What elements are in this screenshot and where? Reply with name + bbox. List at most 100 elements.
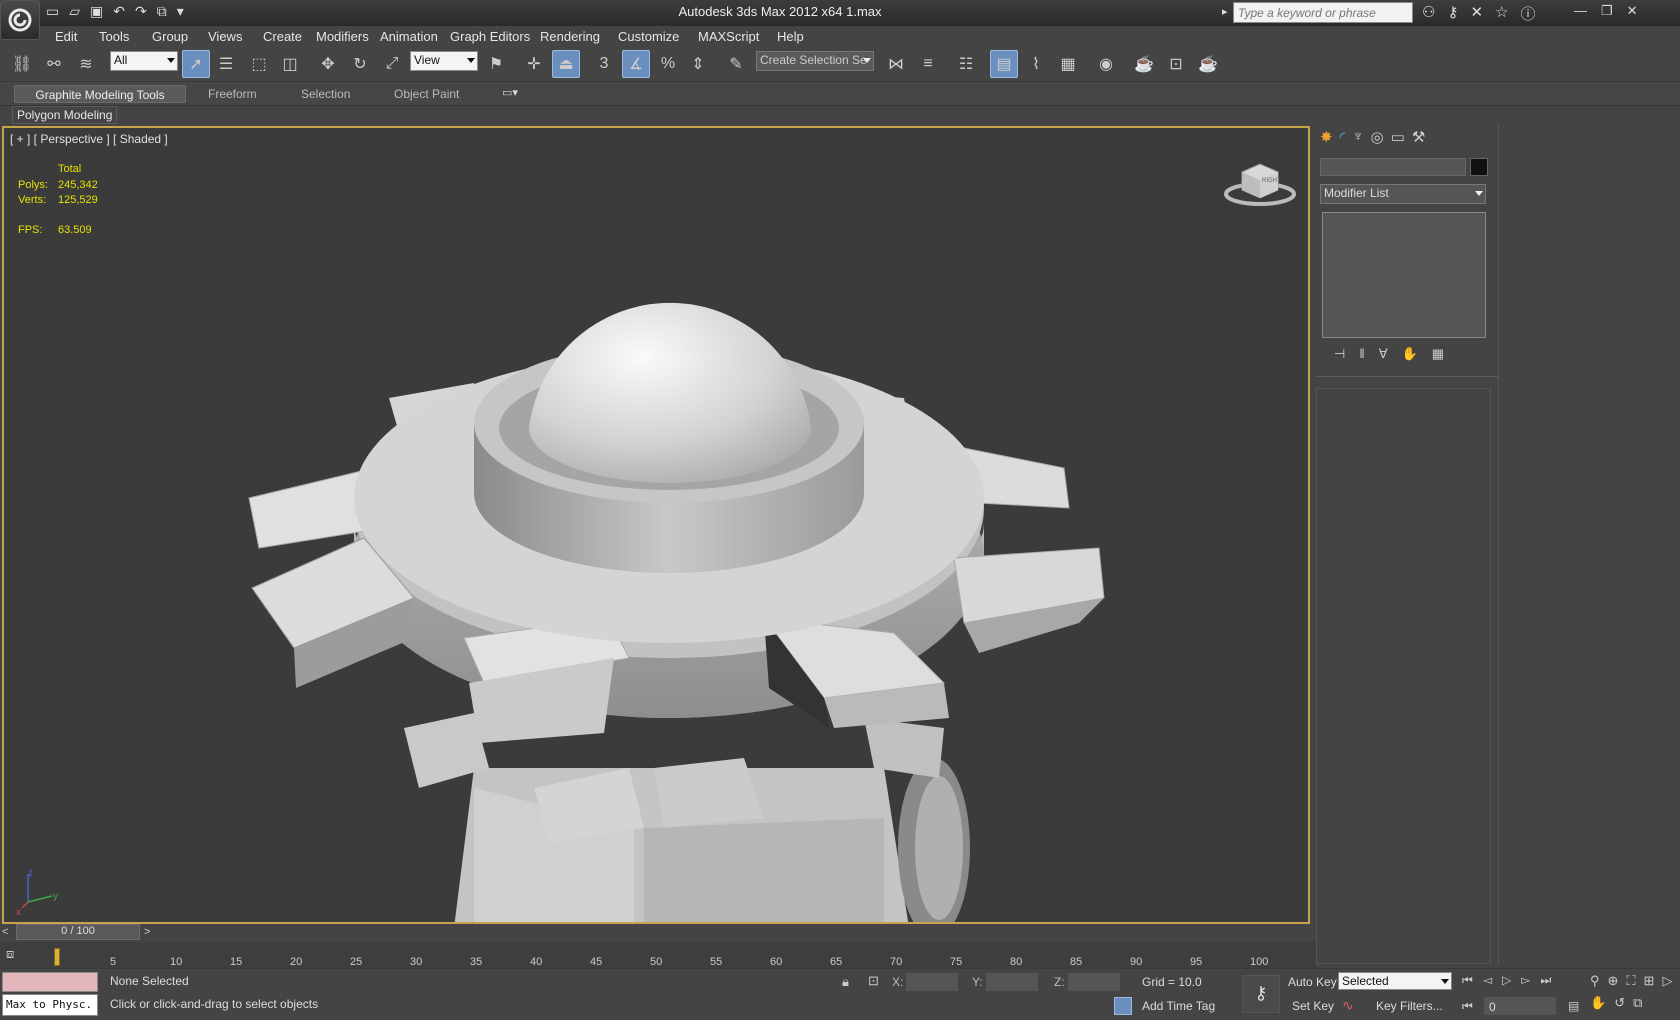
application-button[interactable]	[0, 0, 40, 40]
previous-frame-icon[interactable]: ◅	[1483, 973, 1492, 988]
menu-modifiers[interactable]: Modifiers	[316, 29, 369, 44]
snaps-toggle-icon[interactable]: 3	[590, 50, 618, 78]
configure-modifier-sets-icon[interactable]: ▦	[1432, 346, 1444, 366]
gear-model[interactable]	[4, 128, 1310, 924]
make-unique-icon[interactable]: ∀	[1379, 346, 1388, 366]
new-file-icon[interactable]: ▭	[46, 3, 59, 20]
next-frame-icon[interactable]: ▻	[1521, 973, 1530, 988]
maxscript-mini-listener[interactable]: Max to Physc.	[2, 994, 98, 1016]
select-object-icon[interactable]: ➚	[182, 50, 210, 78]
selection-filter-dropdown[interactable]: All	[110, 51, 178, 71]
default-in-out-tangents-icon[interactable]: ∿	[1342, 997, 1354, 1014]
search-input[interactable]: Type a keyword or phrase	[1233, 2, 1413, 23]
key-icon[interactable]: ⚷	[1447, 3, 1458, 24]
graphite-toggle-icon[interactable]: ▤	[990, 50, 1018, 78]
menu-graph-editors[interactable]: Graph Editors	[450, 29, 530, 44]
menu-create[interactable]: Create	[263, 29, 302, 44]
open-file-icon[interactable]: ▱	[69, 3, 80, 20]
tab-freeform[interactable]: Freeform	[202, 85, 263, 103]
object-name-field[interactable]	[1320, 158, 1466, 176]
key-mode-dropdown[interactable]: Selected	[1338, 972, 1452, 990]
show-end-result-icon[interactable]: ‖	[1359, 346, 1364, 366]
menu-rendering[interactable]: Rendering	[540, 29, 600, 44]
rotate-icon[interactable]: ↻	[346, 50, 374, 78]
absolute-relative-icon[interactable]: ⊡	[868, 973, 879, 989]
render-production-icon[interactable]: ☕	[1194, 50, 1222, 78]
time-slider[interactable]: 0 / 100	[16, 924, 140, 940]
menu-customize[interactable]: Customize	[618, 29, 679, 44]
save-icon[interactable]: ▣	[90, 3, 103, 20]
pan-view-icon[interactable]: ✋	[1590, 995, 1606, 1011]
time-tag-toggle-icon[interactable]	[1114, 997, 1132, 1015]
layer-manager-icon[interactable]: ☷	[952, 50, 980, 78]
orbit-icon[interactable]: ↺	[1614, 995, 1625, 1011]
curve-editor-icon[interactable]: ⌇	[1022, 50, 1050, 78]
modifier-list-dropdown[interactable]: Modifier List	[1320, 184, 1486, 204]
undo-icon[interactable]: ↶	[113, 3, 125, 20]
time-configuration-icon[interactable]: ▤	[1568, 999, 1579, 1013]
remove-modifier-icon[interactable]: ✋	[1402, 346, 1418, 366]
modifier-stack[interactable]	[1322, 212, 1486, 338]
material-editor-icon[interactable]: ◉	[1092, 50, 1120, 78]
perspective-viewport[interactable]: [ + ] [ Perspective ] [ Shaded ] Total P…	[2, 126, 1310, 924]
redo-icon[interactable]: ↷	[135, 3, 147, 20]
menu-views[interactable]: Views	[208, 29, 242, 44]
menu-group[interactable]: Group	[152, 29, 188, 44]
menu-help[interactable]: Help	[777, 29, 804, 44]
select-and-manipulate-icon[interactable]: ✛	[520, 50, 548, 78]
align-icon[interactable]: ≡	[914, 50, 942, 78]
utilities-tab-icon[interactable]: ⚒	[1412, 128, 1425, 150]
selection-lock-icon[interactable]: 🔒︎	[842, 974, 849, 990]
pivot-center-icon[interactable]: ⚑	[482, 50, 510, 78]
zoom-all-icon[interactable]: ⊕	[1608, 973, 1619, 989]
zoom-extents-icon[interactable]: ⛶	[1626, 973, 1635, 989]
go-to-end-icon[interactable]: ⏭	[1541, 973, 1552, 988]
time-slider-prev-icon[interactable]: <	[2, 926, 8, 938]
menu-animation[interactable]: Animation	[380, 29, 438, 44]
window-crossing-icon[interactable]: ◫	[276, 50, 304, 78]
modify-tab-icon[interactable]: ◜	[1340, 128, 1346, 150]
create-tab-icon[interactable]: ✸	[1320, 128, 1333, 150]
menu-edit[interactable]: Edit	[55, 29, 77, 44]
tab-selection[interactable]: Selection	[295, 85, 356, 103]
move-icon[interactable]: ✥	[314, 50, 342, 78]
zoom-icon[interactable]: ⚲	[1590, 973, 1600, 989]
go-to-start-icon[interactable]: ⏮	[1462, 973, 1473, 988]
quick-access-dropdown-icon[interactable]: ▾	[177, 3, 184, 20]
menu-tools[interactable]: Tools	[99, 29, 129, 44]
set-key-button[interactable]: Set Key	[1292, 999, 1334, 1013]
keyboard-shortcut-override-icon[interactable]: ⏏	[552, 50, 580, 78]
field-of-view-icon[interactable]: ▷	[1662, 973, 1672, 989]
schematic-view-icon[interactable]: ▦	[1054, 50, 1082, 78]
reference-coordinate-dropdown[interactable]: View	[410, 51, 478, 71]
motion-tab-icon[interactable]: ◎	[1371, 128, 1384, 150]
tab-object-paint[interactable]: Object Paint	[388, 85, 465, 103]
help-icon[interactable]: ⓘ	[1520, 3, 1535, 24]
mini-curve-editor-icon[interactable]: ⧈	[6, 946, 36, 964]
render-setup-icon[interactable]: ☕	[1130, 50, 1158, 78]
auto-key-button[interactable]: Auto Key	[1288, 975, 1337, 989]
y-coord-field[interactable]	[986, 973, 1038, 991]
set-key-mode-icon[interactable]: ⚷	[1242, 975, 1280, 1013]
x-coord-field[interactable]	[906, 973, 958, 991]
scale-icon[interactable]: ⤢	[378, 50, 406, 78]
binoculars-icon[interactable]: ⚇	[1422, 3, 1435, 24]
current-frame-field[interactable]: 0	[1484, 997, 1556, 1015]
maximize-viewport-icon[interactable]: ⧉	[1633, 995, 1642, 1011]
percent-snap-icon[interactable]: %	[654, 50, 682, 78]
minimize-icon[interactable]: —	[1574, 3, 1587, 19]
ribbon-options-icon[interactable]: ▭▾	[502, 86, 518, 99]
display-tab-icon[interactable]: ▭	[1391, 128, 1405, 150]
zoom-extents-all-icon[interactable]: ⊞	[1644, 973, 1655, 989]
key-mode-toggle-icon[interactable]: ⏮	[1462, 999, 1473, 1014]
angle-snap-icon[interactable]: ∡	[622, 50, 650, 78]
time-slider-next-icon[interactable]: >	[144, 926, 150, 938]
link-icon[interactable]: ⛓	[8, 50, 36, 78]
maxscript-listener-top[interactable]	[2, 972, 98, 992]
project-folder-icon[interactable]: ⧉	[157, 3, 167, 20]
z-coord-field[interactable]	[1068, 973, 1120, 991]
play-icon[interactable]: ▷	[1502, 973, 1511, 988]
bind-space-warp-icon[interactable]: ≋	[72, 50, 100, 78]
unlink-icon[interactable]: ⚯	[40, 50, 68, 78]
pin-stack-icon[interactable]: ⊣	[1334, 346, 1345, 366]
